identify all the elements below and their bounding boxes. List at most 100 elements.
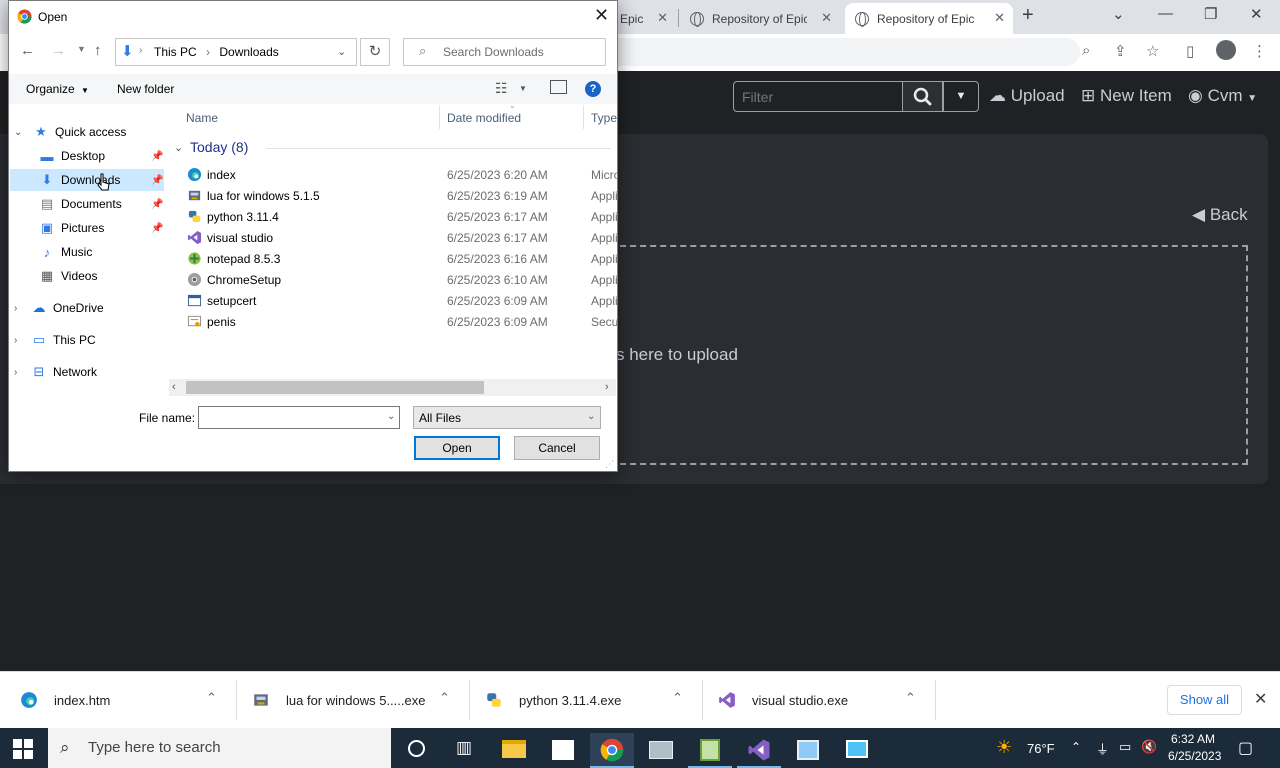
upload-link[interactable]: ☁ Upload [989,86,1065,106]
tab-repository-active[interactable]: Repository of Epic ✕ [845,3,1013,34]
tab-close-icon[interactable]: ✕ [821,10,832,26]
scrollbar-thumb[interactable] [186,381,484,394]
file-name-dropdown-icon[interactable]: ⌄ [387,411,395,422]
nav-pictures[interactable]: ▣ Pictures [39,217,164,239]
nav-documents[interactable]: ▤ Documents [39,193,164,215]
open-button[interactable]: Open [414,436,500,460]
file-type-dropdown-icon[interactable]: ⌄ [587,411,595,422]
refresh-icon[interactable]: ↻ [360,38,390,66]
expand-chevron-icon[interactable]: ⌄ [14,127,22,138]
file-name-input[interactable] [198,406,400,429]
pin-icon[interactable]: 📌 [151,175,163,186]
nav-quick-access[interactable]: ★ Quick access [33,121,126,143]
pin-icon[interactable]: 📌 [151,151,163,162]
view-dropdown-icon[interactable]: ▼ [519,84,527,93]
window-close-icon[interactable]: ✕ [1250,5,1263,23]
recent-locations-icon[interactable]: ▼ [77,44,86,54]
user-menu[interactable]: ◉ Cvm ▼ [1188,86,1257,106]
download-options-caret-icon[interactable]: ⌃ [439,690,450,706]
forward-arrow-icon[interactable]: → [51,42,66,59]
new-folder-button[interactable]: New folder [117,82,174,96]
close-shelf-icon[interactable]: ✕ [1254,689,1267,709]
file-row[interactable]: visual studio 6/25/2023 6:17 AM Appli [183,227,617,248]
taskbar-search-box[interactable]: Type here to search [48,728,391,768]
chrome-menu-icon[interactable]: ⋮ [1252,42,1267,60]
file-row[interactable]: penis 6/25/2023 6:09 AM Secur [183,311,617,332]
download-options-caret-icon[interactable]: ⌃ [206,690,217,706]
breadcrumb-downloads[interactable]: Downloads [219,45,278,59]
column-header-name[interactable]: Name [186,111,218,125]
nav-onedrive[interactable]: ☁ OneDrive [31,297,104,319]
file-row[interactable]: python 3.11.4 6/25/2023 6:17 AM Appli [183,206,617,227]
weather-temperature[interactable]: 76°F [1027,741,1055,756]
view-options-icon[interactable]: ☷ [495,80,508,97]
tab-search-chevron-icon[interactable]: ⌄ [1112,5,1125,23]
dialog-titlebar[interactable] [9,1,617,32]
tray-overflow-icon[interactable]: ⌃ [1071,740,1081,754]
preview-pane-icon[interactable] [550,80,567,94]
expand-chevron-icon[interactable]: › [14,303,17,314]
file-row[interactable]: setupcert 6/25/2023 6:09 AM Appli [183,290,617,311]
file-row[interactable]: notepad 8.5.3 6/25/2023 6:16 AM Appli [183,248,617,269]
cancel-button[interactable]: Cancel [514,436,600,460]
column-header-type[interactable]: Type [591,111,617,125]
nav-videos[interactable]: ▦ Videos [39,265,98,287]
pin-icon[interactable]: 📌 [151,223,163,234]
help-icon[interactable]: ? [585,81,601,97]
nav-this-pc[interactable]: ▭ This PC [31,329,96,351]
resize-grip-icon[interactable]: ⋰ [605,459,614,470]
expand-chevron-icon[interactable]: › [14,367,17,378]
minimize-icon[interactable]: — [1158,5,1173,22]
clock-time[interactable]: 6:32 AM [1171,732,1215,746]
filter-search-button[interactable] [903,81,943,112]
filter-dropdown-button[interactable]: ▼ [943,81,979,112]
taskbar-remote-app[interactable] [835,733,879,768]
restore-icon[interactable]: ❐ [1204,5,1217,23]
taskbar-app-folder[interactable] [639,733,683,768]
notifications-icon[interactable]: ▢ [1238,738,1253,758]
file-row[interactable]: index 6/25/2023 6:20 AM Micro [183,164,617,185]
dialog-close-icon[interactable]: ✕ [594,5,609,26]
side-panel-icon[interactable]: ▯ [1186,42,1194,60]
zoom-icon[interactable]: ⌕ [1082,42,1090,59]
new-tab-button[interactable]: + [1022,4,1034,27]
up-arrow-icon[interactable]: ↑ [94,42,102,59]
tab-close-icon[interactable]: ✕ [657,10,668,26]
search-downloads-input[interactable]: Search Downloads [403,38,606,66]
task-view-icon[interactable]: ▥ [442,733,486,768]
file-row[interactable]: lua for windows 5.1.5 6/25/2023 6:19 AM … [183,185,617,206]
nav-network[interactable]: ⊟ Network [31,361,97,383]
volume-muted-icon[interactable]: 🔇 [1141,739,1157,755]
file-type-select[interactable]: All Files [413,406,601,429]
windows-start-icon[interactable] [12,738,34,760]
filter-input[interactable] [733,81,903,112]
taskbar-control-panel[interactable] [786,733,830,768]
bookmark-star-icon[interactable]: ☆ [1146,42,1159,60]
share-icon[interactable]: ⇪ [1114,42,1127,60]
address-bar[interactable] [610,38,1080,66]
download-item[interactable]: python 3.11.4.exe [485,679,621,721]
column-header-date[interactable]: Date modified [447,111,521,125]
taskbar-chrome[interactable] [590,733,634,768]
expand-chevron-icon[interactable]: › [14,335,17,346]
scroll-left-icon[interactable]: ‹ [172,381,176,393]
scroll-right-icon[interactable]: › [605,381,609,393]
nav-desktop[interactable]: ▬ Desktop [39,145,164,167]
download-options-caret-icon[interactable]: ⌃ [905,690,916,706]
group-header-today[interactable]: Today (8) [190,139,248,155]
taskbar-visual-studio[interactable] [737,733,781,768]
download-options-caret-icon[interactable]: ⌃ [672,690,683,706]
group-collapse-icon[interactable]: ⌄ [174,141,183,154]
column-divider[interactable] [583,105,584,129]
nav-music[interactable]: ♪ Music [39,241,93,263]
new-item-link[interactable]: ⊞ New Item [1081,86,1172,106]
back-arrow-icon[interactable]: ← [20,42,35,59]
column-divider[interactable] [439,105,440,129]
location-dropdown-icon[interactable]: ⌄ [337,45,346,58]
nav-downloads[interactable]: ⬇ Downloads [10,169,164,191]
taskbar-store[interactable] [541,733,585,768]
show-all-downloads-button[interactable]: Show all [1167,685,1242,715]
download-item[interactable]: lua for windows 5.....exe [252,679,425,721]
tab-epic-partial[interactable]: Epic ✕ [610,3,676,34]
breadcrumb-this-pc[interactable]: This PC [154,45,197,59]
